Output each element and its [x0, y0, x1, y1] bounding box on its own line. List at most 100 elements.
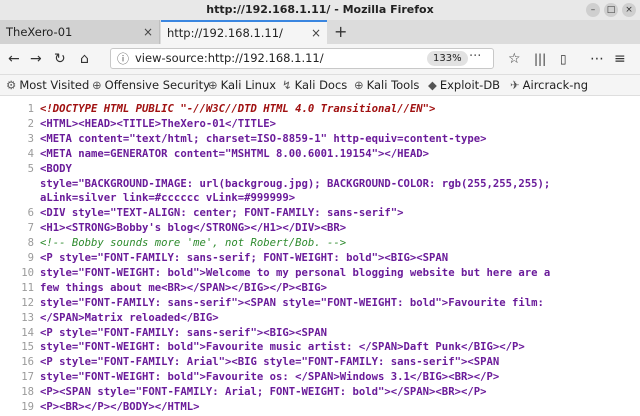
line-number: 2	[27, 117, 34, 130]
minimize-icon[interactable]: –	[586, 3, 600, 17]
bookmarks-toolbar: ⚙ Most Visited ⊕ Offensive Security ⊕ Kali …	[0, 75, 640, 96]
line-number: 15	[21, 341, 34, 354]
source-code-text: <META content="text/html; charset=ISO-88…	[40, 132, 487, 145]
home-icon[interactable]: ⌂	[80, 49, 89, 69]
tab-current[interactable]: http://192.168.1.11/ ×	[161, 20, 327, 44]
tab-label: http://192.168.1.11/	[167, 26, 283, 40]
bookmark-kali-docs[interactable]: ↯ Kali Docs	[282, 75, 347, 95]
source-code-text: aLink=silver link=#cccccc vLink=#999999>	[40, 192, 296, 205]
line-number: 12	[21, 296, 34, 309]
line-number: 16	[21, 356, 34, 369]
bookmark-exploit-db[interactable]: ◆ Exploit-DB	[428, 75, 500, 95]
library-icon[interactable]: |||	[534, 49, 546, 69]
source-code-text: style="FONT-WEIGHT: bold">Welcome to my …	[40, 266, 551, 279]
bookmark-kali-tools[interactable]: ⊕ Kali Tools	[354, 75, 419, 95]
window-controls: – □ ×	[586, 3, 636, 17]
sidebar-icon[interactable]: ▯	[560, 49, 567, 69]
page-actions-icon[interactable]: ···	[469, 49, 481, 64]
source-line: 16 <P style="FONT-FAMILY: Arial"><BIG sty…	[0, 355, 499, 369]
source-line: 6 <DIV style="TEXT-ALIGN: center; FONT-FA…	[0, 206, 404, 220]
source-code-text: <DIV style="TEXT-ALIGN: center; FONT-FAM…	[40, 207, 404, 220]
line-number: 7	[27, 222, 34, 235]
source-line: 9 <P style="FONT-FAMILY: sans-serif; FONT…	[0, 251, 449, 265]
source-code-text: style="FONT-WEIGHT: bold">Favourite musi…	[40, 341, 525, 354]
close-icon[interactable]: ×	[622, 3, 636, 17]
source-code-text: <P><SPAN style="FONT-FAMILY: Arial; FONT…	[40, 386, 487, 399]
source-code-text: <P style="FONT-FAMILY: sans-serif"><BIG>…	[40, 326, 328, 339]
info-icon[interactable]: ⓘ	[117, 50, 129, 67]
source-code-text: <P style="FONT-FAMILY: Arial"><BIG style…	[40, 356, 500, 369]
source-line: 8 <!-- Bobby sounds more 'me', not Robert…	[0, 236, 347, 250]
new-tab-button[interactable]: +	[334, 20, 347, 44]
line-number: 1	[27, 103, 34, 115]
source-code-text: <P><BR></P></BODY></HTML>	[40, 401, 200, 413]
source-line: 11 few things about me<BR></SPAN></BIG></…	[0, 281, 327, 295]
line-number: 10	[21, 266, 34, 279]
extensions-icon[interactable]: ⋯	[590, 49, 604, 69]
source-line: 4 <META name=GENERATOR content="MSHTML 8.…	[0, 147, 429, 161]
source-code-text: <META name=GENERATOR content="MSHTML 8.0…	[40, 147, 430, 160]
source-code-text: <H1><STRONG>Bobby's blog</STRONG></H1></…	[40, 222, 347, 235]
tab-thexero[interactable]: TheXero-01 ×	[0, 20, 160, 44]
source-line: 17 style="FONT-WEIGHT: bold">Favourite os…	[0, 370, 499, 384]
line-number: 14	[21, 326, 34, 339]
line-number: 4	[27, 147, 34, 160]
source-line: style="BACKGROUND-IMAGE: url(backgroug.j…	[0, 177, 550, 191]
source-line: 10 style="FONT-WEIGHT: bold">Welcome to m…	[0, 266, 550, 280]
source-code-text: <P style="FONT-FAMILY: sans-serif; FONT-…	[40, 252, 449, 264]
line-number: 5	[27, 162, 34, 175]
line-number: 9	[27, 252, 34, 264]
line-number: 18	[21, 386, 34, 399]
source-line: 1 <!DOCTYPE HTML PUBLIC "-//W3C//DTD HTML…	[0, 102, 436, 116]
db-icon: ◆	[428, 78, 437, 92]
page-source-view: 1 <!DOCTYPE HTML PUBLIC "-//W3C//DTD HTML…	[0, 96, 640, 416]
source-code-text: few things about me<BR></SPAN></BIG></P>…	[40, 281, 328, 294]
line-number: 8	[27, 237, 34, 250]
bookmark-star-icon[interactable]: ☆	[508, 49, 521, 69]
line-number: 19	[21, 401, 34, 413]
gear-icon: ⚙	[6, 78, 17, 92]
source-code-text: style="FONT-FAMILY: sans-serif"><SPAN st…	[40, 296, 544, 309]
aircrack-icon: ✈	[510, 78, 520, 92]
tab-strip: TheXero-01 × http://192.168.1.11/ × +	[0, 20, 640, 44]
address-input[interactable]: view-source:http://192.168.1.11/	[135, 51, 324, 65]
bookmark-aircrack-ng[interactable]: ✈ Aircrack-ng	[510, 75, 588, 95]
close-tab-icon[interactable]: ×	[143, 20, 153, 44]
maximize-icon[interactable]: □	[604, 3, 618, 17]
close-tab-icon[interactable]: ×	[311, 22, 321, 44]
source-line: 5 <BODY	[0, 162, 72, 176]
globe-icon: ⊕	[92, 78, 102, 92]
source-code-text: </SPAN>Matrix reloaded</BIG>	[40, 311, 219, 324]
source-code-text: style="FONT-WEIGHT: bold">Favourite os: …	[40, 371, 500, 384]
source-line: 14 <P style="FONT-FAMILY: sans-serif"><BI…	[0, 326, 327, 340]
source-line: 2 <HTML><HEAD><TITLE>TheXero-01</TITLE>	[0, 117, 276, 131]
source-line: 7 <H1><STRONG>Bobby's blog</STRONG></H1><…	[0, 221, 347, 235]
bookmark-most-visited[interactable]: ⚙ Most Visited	[6, 75, 89, 95]
globe-icon: ⊕	[354, 78, 364, 92]
line-number: 6	[27, 207, 34, 220]
source-code-text: <!DOCTYPE HTML PUBLIC "-//W3C//DTD HTML …	[40, 103, 436, 115]
line-number: 3	[27, 132, 34, 145]
source-line: 13 </SPAN>Matrix reloaded</BIG>	[0, 311, 219, 325]
address-bar[interactable]: ⓘ view-source:http://192.168.1.11/ 133% …	[110, 48, 494, 69]
reload-icon[interactable]: ↻	[54, 49, 66, 69]
source-code-text: style="BACKGROUND-IMAGE: url(backgroug.j…	[40, 177, 551, 190]
source-code-text: <BODY	[40, 162, 72, 175]
source-code-text: <!-- Bobby sounds more 'me', not Robert/…	[40, 237, 347, 250]
forward-icon[interactable]: →	[30, 49, 42, 69]
menu-icon[interactable]: ≡	[614, 49, 626, 69]
bookmark-kali-linux[interactable]: ⊕ Kali Linux	[208, 75, 276, 95]
source-line: 18 <P><SPAN style="FONT-FAMILY: Arial; FO…	[0, 385, 486, 399]
source-line: 15 style="FONT-WEIGHT: bold">Favourite mu…	[0, 340, 525, 354]
back-icon[interactable]: ←	[8, 49, 20, 69]
line-number: 17	[21, 371, 34, 384]
window-title: http://192.168.1.11/ - Mozilla Firefox	[206, 3, 434, 16]
source-code-text: <HTML><HEAD><TITLE>TheXero-01</TITLE>	[40, 117, 276, 130]
source-line: 19 <P><BR></P></BODY></HTML>	[0, 400, 199, 414]
zoom-level-button[interactable]: 133%	[427, 51, 468, 66]
window-titlebar: http://192.168.1.11/ - Mozilla Firefox –…	[0, 0, 640, 21]
navigation-toolbar: ← → ↻ ⌂ ⓘ view-source:http://192.168.1.1…	[0, 44, 640, 75]
kali-icon: ↯	[282, 78, 292, 92]
bookmark-offensive-security[interactable]: ⊕ Offensive Security	[92, 75, 210, 95]
line-number: 13	[21, 311, 34, 324]
